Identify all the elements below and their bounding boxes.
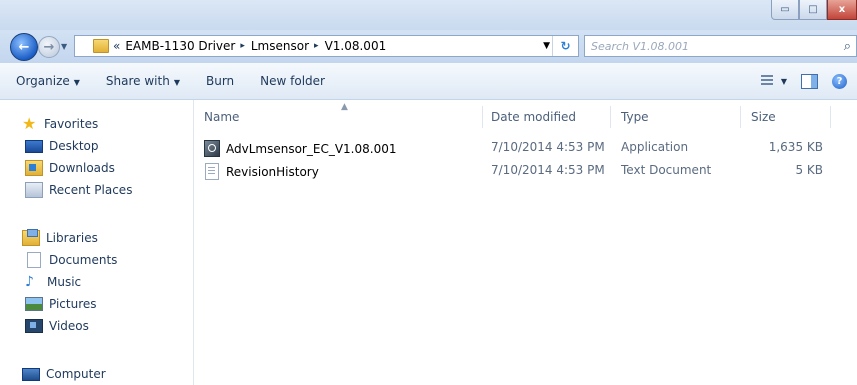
window-controls: ▭ □ x bbox=[771, 0, 857, 20]
change-view-icon[interactable] bbox=[760, 74, 777, 88]
folder-icon bbox=[93, 39, 109, 53]
refresh-icon: ↻ bbox=[560, 39, 571, 53]
sidebar-item-libraries[interactable]: Libraries bbox=[22, 228, 98, 248]
file-name: RevisionHistory bbox=[226, 164, 319, 179]
file-name-cell[interactable]: AdvLmsensor_EC_V1.08.001 bbox=[204, 140, 396, 157]
sidebar-item-label: Computer bbox=[46, 367, 106, 381]
column-header-type[interactable]: Type bbox=[621, 110, 649, 124]
videos-icon bbox=[25, 319, 43, 333]
forward-arrow-icon: → bbox=[43, 39, 55, 55]
sidebar-item-label: Music bbox=[47, 275, 82, 289]
organize-button[interactable]: Organize ▼ bbox=[16, 74, 80, 88]
chevron-down-icon: ▼ bbox=[173, 78, 180, 87]
address-dropdown-icon[interactable]: ▼ bbox=[543, 41, 550, 51]
preview-pane-icon[interactable] bbox=[801, 73, 818, 89]
sidebar-item-pictures[interactable]: Pictures bbox=[25, 294, 97, 314]
file-name-cell[interactable]: RevisionHistory bbox=[204, 163, 319, 180]
navigation-bar: ← → ▼ « EAMB-1130 Driver ▸ Lmsensor ▸ V1… bbox=[0, 30, 857, 63]
burn-button[interactable]: Burn bbox=[206, 74, 234, 88]
sidebar-item-computer[interactable]: Computer bbox=[22, 364, 106, 384]
column-header-name[interactable]: Name bbox=[204, 110, 239, 124]
sidebar-item-desktop[interactable]: Desktop bbox=[25, 136, 99, 156]
file-type: Application bbox=[621, 140, 689, 154]
burn-label: Burn bbox=[205, 74, 235, 88]
file-type: Text Document bbox=[621, 163, 712, 177]
desktop-icon bbox=[25, 139, 43, 153]
breadcrumb-separator-icon[interactable]: ▸ bbox=[314, 41, 319, 51]
refresh-button[interactable]: ↻ bbox=[552, 36, 578, 56]
sidebar-item-label: Pictures bbox=[49, 297, 97, 311]
new-folder-button[interactable]: New folder bbox=[260, 74, 325, 88]
file-date: 7/10/2014 4:53 PM bbox=[491, 163, 605, 177]
new-folder-label: New folder bbox=[260, 74, 325, 88]
close-button[interactable]: x bbox=[827, 0, 857, 20]
file-size: 1,635 KB bbox=[768, 140, 823, 154]
breadcrumb-item[interactable]: V1.08.001 bbox=[325, 39, 387, 53]
file-size: 5 KB bbox=[795, 163, 823, 177]
breadcrumb-item[interactable]: EAMB-1130 Driver bbox=[125, 39, 235, 53]
sidebar-item-downloads[interactable]: Downloads bbox=[25, 158, 115, 178]
column-divider[interactable] bbox=[830, 106, 831, 128]
sidebar-item-label: Downloads bbox=[49, 161, 115, 175]
help-icon[interactable]: ? bbox=[832, 73, 847, 89]
column-divider[interactable] bbox=[740, 106, 741, 128]
share-with-label: Share with bbox=[105, 74, 170, 88]
sidebar-item-videos[interactable]: Videos bbox=[25, 316, 89, 336]
breadcrumb-separator-icon[interactable]: ▸ bbox=[240, 41, 245, 51]
column-header-date-modified[interactable]: Date modified bbox=[491, 110, 576, 124]
back-button[interactable]: ← bbox=[10, 33, 38, 61]
star-icon: ★ bbox=[22, 114, 37, 133]
command-bar: Organize ▼ Share with ▼ Burn New folder ▼ … bbox=[0, 63, 857, 100]
pictures-icon bbox=[25, 297, 43, 311]
maximize-icon: □ bbox=[808, 4, 818, 15]
downloads-icon bbox=[25, 160, 43, 176]
search-placeholder: Search V1.08.001 bbox=[591, 39, 690, 53]
file-date: 7/10/2014 4:53 PM bbox=[491, 140, 605, 154]
chevron-down-icon[interactable]: ▼ bbox=[781, 77, 787, 86]
sidebar-item-label: Recent Places bbox=[49, 183, 133, 197]
forward-button[interactable]: → bbox=[38, 36, 60, 58]
file-list: ▲ Name Date modified Type Size AdvLmsens… bbox=[194, 100, 857, 385]
documents-icon bbox=[27, 252, 41, 268]
computer-icon bbox=[22, 367, 40, 381]
share-with-button[interactable]: Share with ▼ bbox=[106, 74, 180, 88]
table-row[interactable]: RevisionHistory 7/10/2014 4:53 PM Text D… bbox=[194, 160, 857, 180]
sidebar-item-label: Libraries bbox=[46, 231, 98, 245]
breadcrumb-item[interactable]: Lmsensor bbox=[251, 39, 309, 53]
sidebar-item-recent-places[interactable]: Recent Places bbox=[25, 180, 132, 200]
file-name: AdvLmsensor_EC_V1.08.001 bbox=[226, 141, 397, 156]
chevron-down-icon: ▼ bbox=[73, 78, 80, 87]
sidebar-item-favorites[interactable]: ★ Favorites bbox=[22, 114, 98, 134]
toolbar-right: ▼ ? bbox=[760, 63, 857, 99]
breadcrumb-overflow[interactable]: « bbox=[113, 39, 120, 53]
table-row[interactable]: AdvLmsensor_EC_V1.08.001 7/10/2014 4:53 … bbox=[194, 137, 857, 157]
column-divider[interactable] bbox=[610, 106, 611, 128]
sidebar-item-label: Favorites bbox=[44, 117, 99, 131]
back-arrow-icon: ← bbox=[18, 39, 30, 55]
sidebar-item-label: Documents bbox=[49, 253, 118, 267]
column-divider[interactable] bbox=[482, 106, 483, 128]
minimize-button[interactable]: ▭ bbox=[771, 0, 799, 20]
close-icon: x bbox=[838, 4, 846, 15]
maximize-button[interactable]: □ bbox=[799, 0, 827, 20]
search-icon[interactable]: ⌕ bbox=[844, 39, 851, 54]
sidebar-item-label: Desktop bbox=[49, 139, 99, 153]
recent-places-icon bbox=[25, 182, 43, 198]
libraries-icon bbox=[22, 229, 40, 246]
minimize-icon: ▭ bbox=[780, 4, 790, 15]
sort-arrow-icon: ▲ bbox=[341, 102, 348, 112]
organize-label: Organize bbox=[16, 74, 70, 88]
sidebar-item-documents[interactable]: Documents bbox=[25, 250, 117, 270]
text-document-icon bbox=[205, 163, 219, 180]
music-icon: ♪ bbox=[25, 274, 34, 290]
title-bar: ▭ □ x bbox=[0, 0, 857, 30]
sidebar-item-music[interactable]: ♪ Music bbox=[25, 272, 81, 292]
address-bar[interactable]: « EAMB-1130 Driver ▸ Lmsensor ▸ V1.08.00… bbox=[74, 35, 579, 57]
sidebar-item-label: Videos bbox=[49, 319, 89, 333]
recent-pages-dropdown[interactable]: ▼ bbox=[61, 42, 67, 51]
application-icon bbox=[204, 140, 220, 157]
search-input[interactable]: Search V1.08.001 ⌕ bbox=[584, 35, 857, 57]
column-header-size[interactable]: Size bbox=[751, 110, 776, 124]
navigation-pane: ★ Favorites Desktop Downloads Recent Pla… bbox=[0, 100, 194, 385]
